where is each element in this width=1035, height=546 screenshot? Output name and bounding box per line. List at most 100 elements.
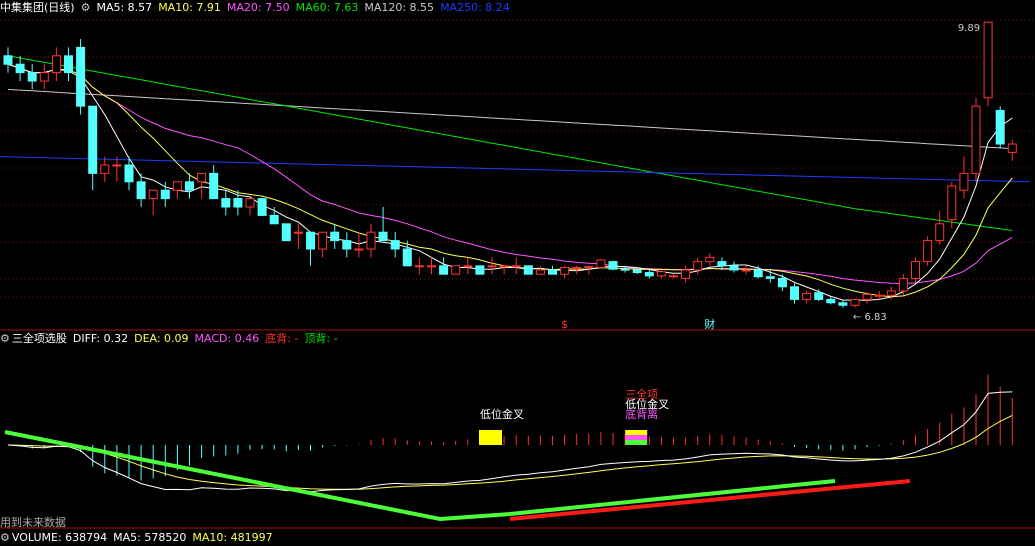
candle-16 [197,172,207,199]
volume-legend: ⚙ VOLUME: 638794 MA5: 578520 MA10: 481997 [0,530,279,546]
candle-69 [838,299,848,308]
ma20-legend: MA20: 7.50 [226,1,290,14]
candle-44 [535,265,545,275]
candle-11 [136,173,146,207]
volume-ma5-legend: MA5: 578520 [113,531,187,544]
candle-81 [983,21,993,107]
candle-body [451,265,461,275]
candle-38 [463,257,473,275]
candle-body [402,248,412,267]
candle-body [1007,143,1017,153]
candle-65 [790,282,799,304]
candle-63 [765,270,775,283]
candle-26 [318,231,328,258]
candle-body [390,240,400,250]
ma5-legend: MA5: 8.57 [96,1,153,14]
candle-body [3,55,13,65]
candle-29 [354,232,364,258]
candle-6 [76,39,86,115]
candle-body [644,272,654,277]
candle-body [257,198,267,216]
macd-legend: MACD: 0.46 [194,332,260,345]
candle-body [221,198,231,208]
candle-67 [814,289,824,302]
candle-24 [293,223,303,249]
candle-body [971,105,981,174]
candle-body [439,265,449,275]
gear-icon[interactable]: ⚙ [0,531,10,544]
candle-body [995,109,1005,145]
candle-36 [439,257,449,275]
candle-body [366,231,376,250]
candle-body [64,55,73,74]
candle-43 [523,265,533,275]
top-divergence-legend: 顶背: - [304,332,338,345]
stock-chart[interactable]: 9.89← 6.83$财低位金叉三全项低位金叉底背离低位金叉底背离 [0,0,1035,537]
candle-body [717,261,727,267]
candle-body [741,269,751,272]
candle-body [862,293,872,300]
candle-64 [777,274,787,291]
candle-74 [898,274,908,296]
candle-body [51,55,61,74]
price-legend: 中集集团(日线) ⚙ MA5: 8.57 MA10: 7.91 MA20: 7.50 MA… [0,0,516,16]
indicator-name: 三全项选股 [11,332,67,345]
ma250-legend: MA250: 8.24 [440,1,510,14]
event-marker-0: $ [561,318,568,331]
candle-body [76,46,86,107]
candle-body [911,261,920,279]
candle-body [318,231,328,250]
candle-body [620,268,630,271]
low-price-label: ← 6.83 [853,312,887,323]
gear-icon[interactable]: ⚙ [81,1,91,14]
candle-80 [971,97,981,182]
signal-label-3: 底背离 [625,407,658,421]
candle-body [814,292,824,300]
candle-42 [511,257,521,275]
diff-line [7,391,1013,493]
candle-body [306,231,315,250]
candle-77 [935,211,945,245]
candle-body [947,185,957,221]
event-marker-1: 财 [704,317,715,331]
candle-body [354,248,364,251]
dea-line [7,414,1013,490]
candle-body [983,21,993,99]
high-price-label: 9.89 [958,23,980,34]
candle-body [185,181,194,191]
candle-body [693,261,703,271]
candle-body [850,298,860,306]
candles [3,21,1017,308]
candle-83 [1007,139,1017,161]
candle-2 [27,64,37,90]
candle-28 [342,232,352,258]
candle-39 [475,265,485,275]
candle-body [535,269,545,275]
signal-box-yellow [479,430,502,445]
candle-body [705,256,715,263]
candle-body [88,105,98,174]
candle-body [511,265,521,268]
candle-body [777,277,787,288]
candle-body [584,266,594,269]
volume-ma10-legend: MA10: 481997 [192,531,273,544]
candle-body [548,269,557,275]
gear-icon[interactable]: ⚙ [0,332,10,345]
candle-0 [3,47,13,73]
candle-25 [306,231,315,266]
ma120-line [7,88,1013,150]
candle-body [293,231,303,234]
candle-18 [221,190,231,216]
signal-label-0: 低位金叉 [480,407,524,421]
candle-body [753,269,763,278]
candle-30 [366,223,376,258]
candle-23 [281,223,291,242]
candle-body [463,265,473,268]
candle-37 [451,265,461,275]
candle-body [656,271,666,277]
candle-body [874,294,884,297]
candle-body [124,164,134,183]
candle-body [765,276,775,279]
candle-body [838,302,848,306]
candle-body [499,265,509,268]
